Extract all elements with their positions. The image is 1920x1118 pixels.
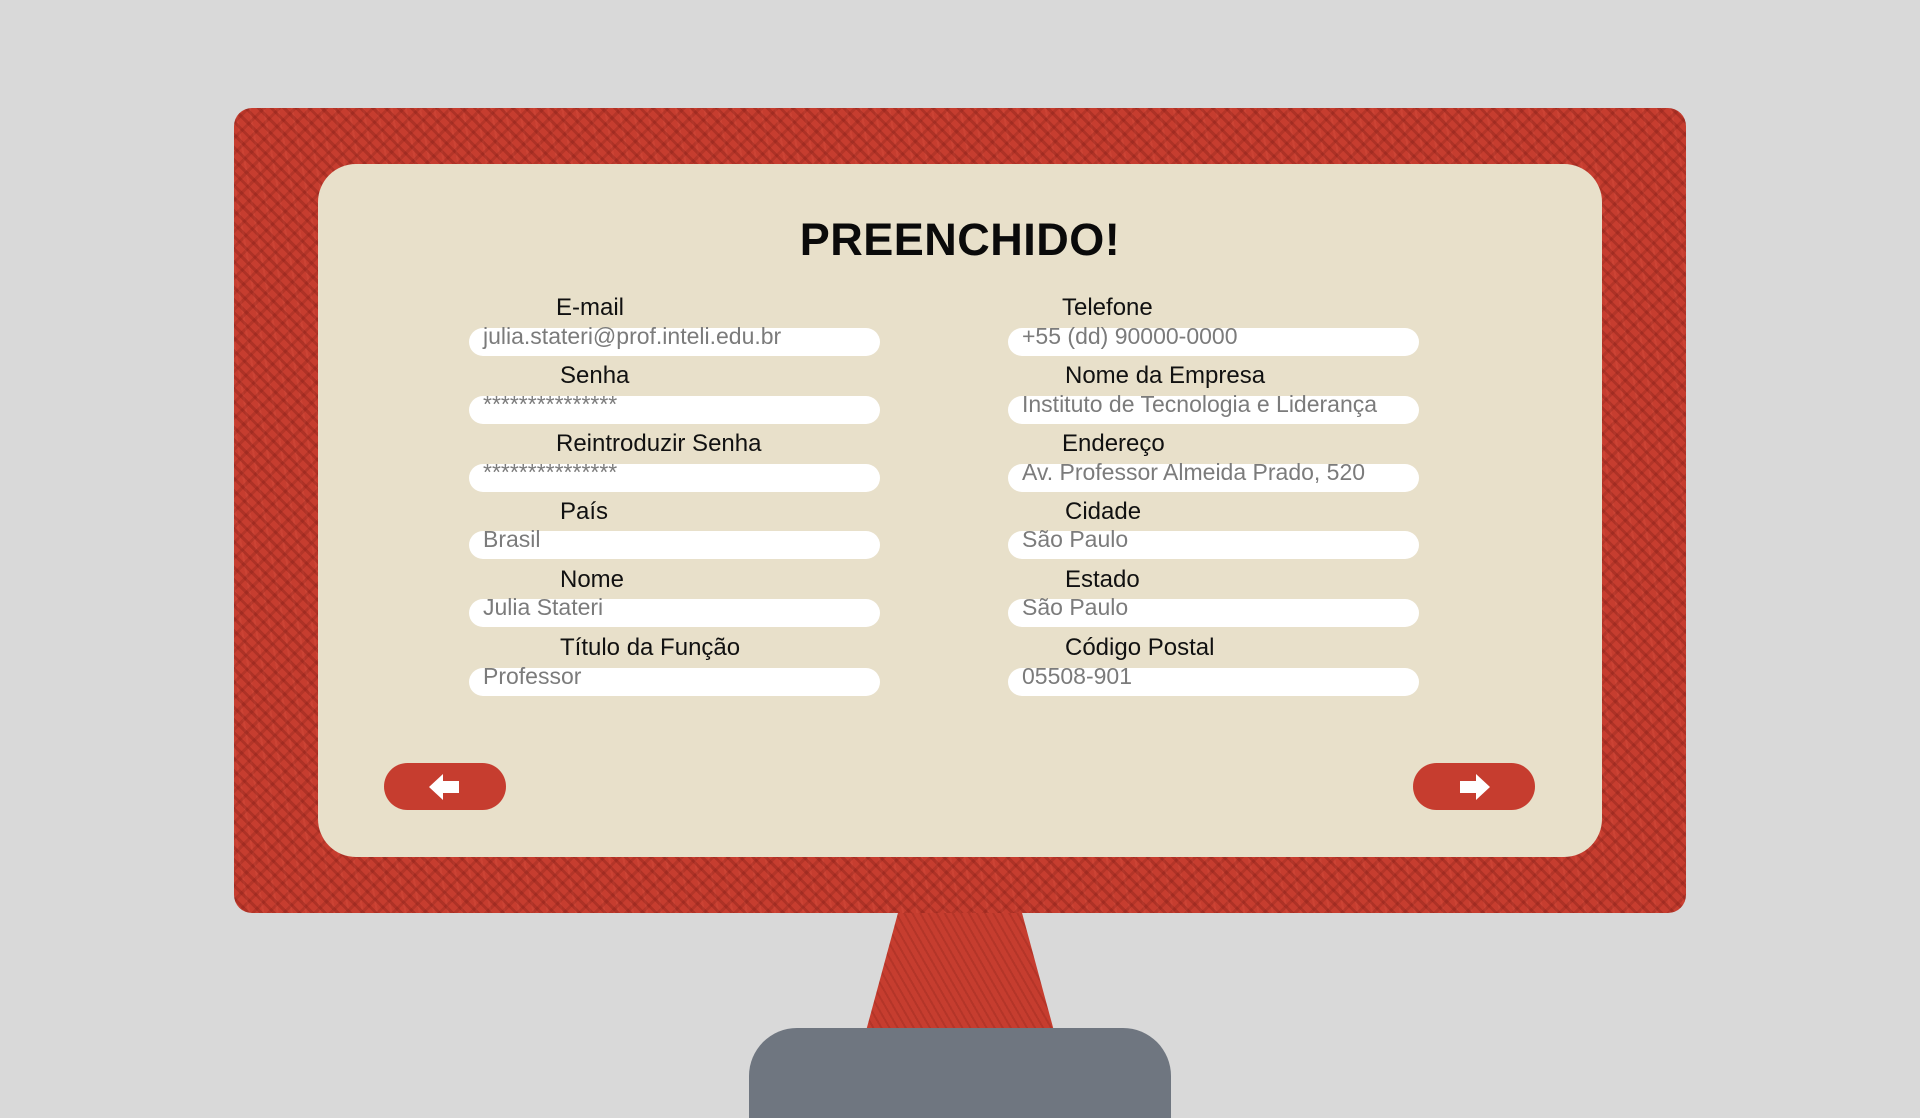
- confirm-password-label: Reintroduzir Senha: [556, 430, 762, 457]
- country-field[interactable]: Brasil: [469, 528, 880, 559]
- confirm-password-field[interactable]: ***************: [469, 461, 880, 492]
- form-panel: PREENCHIDO! E-mail julia.stateri@prof.in…: [318, 164, 1602, 857]
- email-label: E-mail: [556, 294, 625, 321]
- address-label: Endereço: [1062, 430, 1165, 457]
- arrow-right-icon: [1460, 773, 1490, 800]
- city-label: Cidade: [1065, 498, 1142, 525]
- phone-field[interactable]: +55 (dd) 90000-0000: [1008, 325, 1419, 356]
- state-field[interactable]: São Paulo: [1008, 596, 1419, 627]
- address-field[interactable]: Av. Professor Almeida Prado, 520: [1008, 461, 1419, 492]
- state-label: Estado: [1065, 566, 1140, 593]
- email-field[interactable]: julia.stateri@prof.inteli.edu.br: [469, 325, 880, 356]
- postal-code-field[interactable]: 05508-901: [1008, 665, 1419, 696]
- page-title: PREENCHIDO!: [799, 214, 1121, 265]
- back-button[interactable]: [384, 763, 506, 810]
- arrow-left-icon: [429, 773, 459, 800]
- city-field[interactable]: São Paulo: [1008, 528, 1419, 559]
- job-title-field[interactable]: Professor: [469, 665, 880, 696]
- next-button[interactable]: [1413, 763, 1535, 810]
- name-field[interactable]: Julia Stateri: [469, 596, 880, 627]
- phone-label: Telefone: [1062, 294, 1153, 321]
- password-field[interactable]: ***************: [469, 393, 880, 424]
- monitor-stand-neck: [866, 913, 1054, 1031]
- name-label: Nome: [560, 566, 625, 593]
- job-title-label: Título da Função: [560, 634, 741, 661]
- password-label: Senha: [560, 362, 630, 389]
- company-label: Nome da Empresa: [1065, 362, 1266, 389]
- monitor-stand-base: [749, 1028, 1171, 1118]
- country-label: País: [560, 498, 609, 525]
- postal-code-label: Código Postal: [1065, 634, 1215, 661]
- company-field[interactable]: Instituto de Tecnologia e Liderança: [1008, 393, 1419, 424]
